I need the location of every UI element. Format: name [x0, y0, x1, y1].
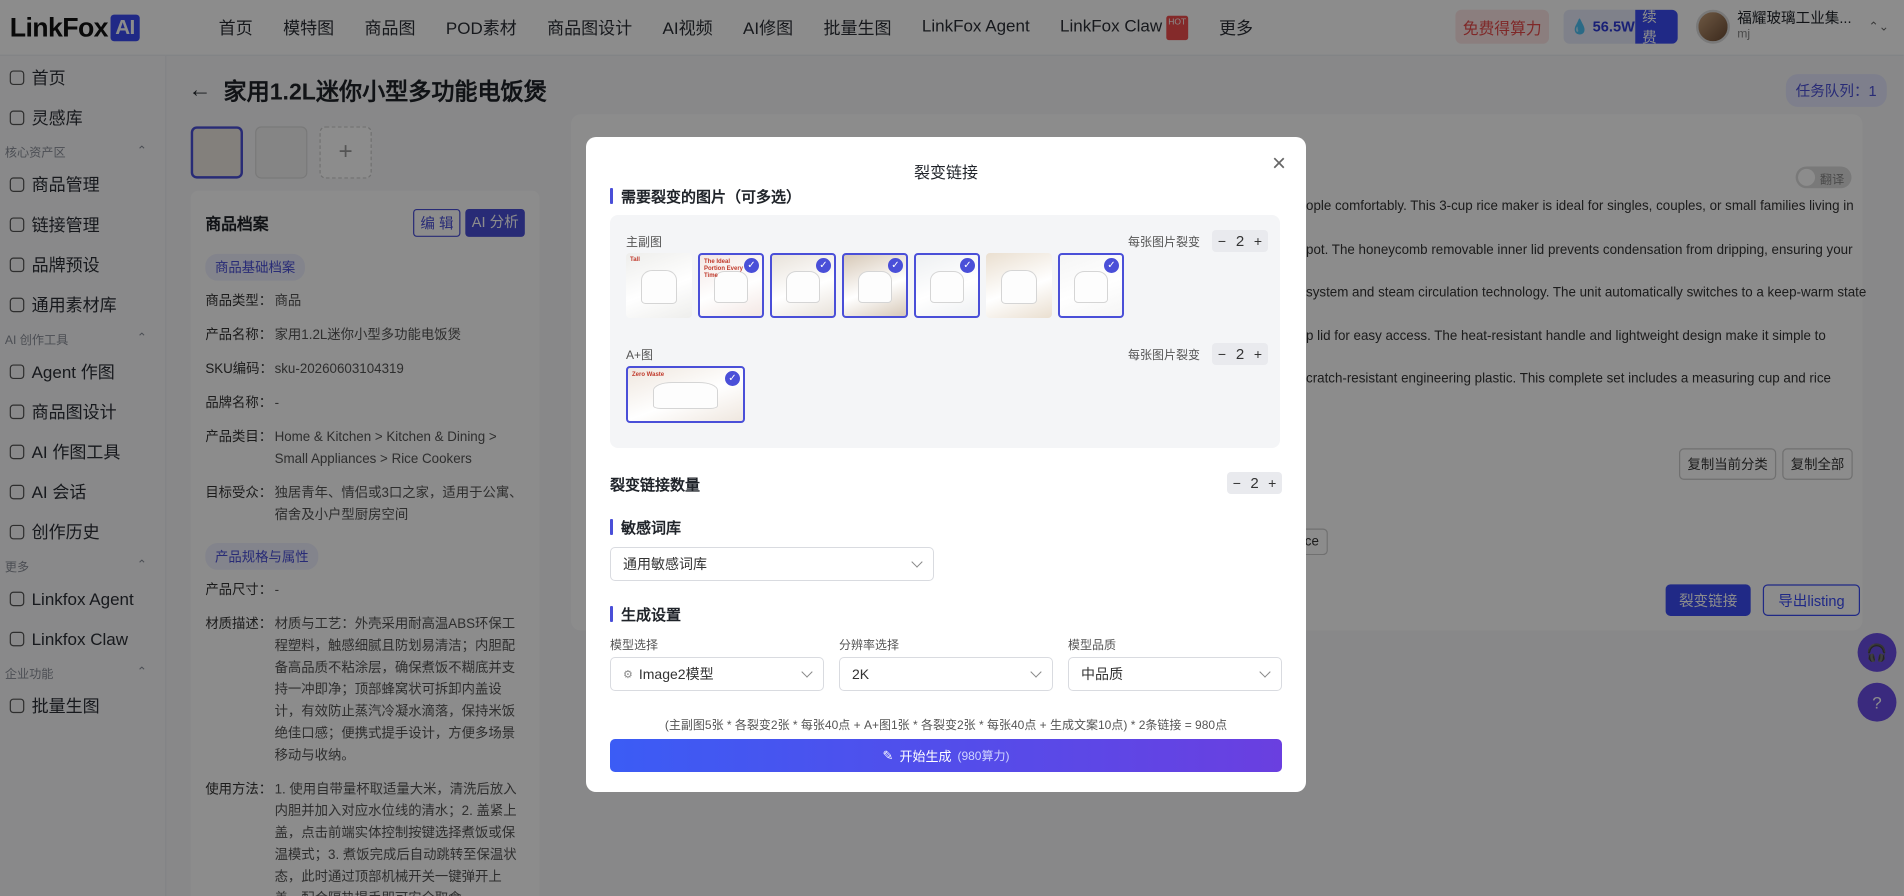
close-icon[interactable]: ×: [1272, 152, 1286, 176]
magic-wand-icon: ✎: [882, 747, 894, 763]
plus-icon[interactable]: +: [1248, 233, 1268, 249]
resolution-value: 2K: [852, 666, 870, 682]
candidate-image[interactable]: The Ideal Portion Every Time ✓: [698, 253, 764, 318]
main-count-value: 2: [1235, 232, 1245, 250]
main-count-stepper[interactable]: −2 +: [1212, 230, 1268, 252]
app-root: LinkFox AI 首页 模特图 商品图 POD素材 商品图设计 AI视频 AI修图 批量生图…: [0, 0, 1904, 896]
candidate-image[interactable]: Zero Waste ✓: [626, 366, 745, 423]
candidate-image[interactable]: Tall: [626, 253, 692, 318]
candidate-image[interactable]: ✓: [842, 253, 908, 318]
link-count-stepper[interactable]: −2 +: [1227, 472, 1282, 494]
rice-cooker-image: [1073, 270, 1109, 303]
cost-formula: (主副图5张 * 各裂变2张 * 每张40点 + A+图1张 * 各裂变2张 *…: [664, 718, 1228, 732]
minus-icon[interactable]: −: [1212, 233, 1232, 249]
model-icon: ⚙: [623, 668, 633, 681]
minus-icon[interactable]: −: [1212, 346, 1232, 362]
modal-title: 裂变链接: [913, 165, 978, 182]
image-select-box: 主副图 每张图片裂变 −2 + Tall The Ideal Portion Eve…: [610, 215, 1280, 448]
generate-label: 开始生成: [899, 749, 952, 764]
images-section-title: 需要裂变的图片（可多选）: [610, 186, 801, 207]
check-icon: ✓: [725, 371, 740, 386]
check-icon: ✓: [1104, 258, 1119, 273]
sensitive-section-title: 敏感词库: [610, 517, 681, 538]
candidate-image[interactable]: [986, 253, 1052, 318]
generate-cost: (980算力): [957, 749, 1010, 763]
per-image-label: 每张图片裂变: [1128, 348, 1201, 362]
resolution-label: 分辨率选择: [839, 638, 900, 652]
rice-cooker-image: [640, 269, 678, 304]
check-icon: ✓: [744, 258, 759, 273]
aplus-count-stepper[interactable]: −2 +: [1212, 343, 1268, 365]
generate-button[interactable]: ✎ 开始生成 (980算力): [610, 739, 1282, 772]
plus-icon[interactable]: +: [1262, 475, 1282, 491]
rice-cooker-image: [1000, 269, 1038, 304]
check-icon: ✓: [960, 258, 975, 273]
model-value: Image2模型: [638, 666, 714, 682]
resolution-select[interactable]: 2K: [839, 657, 1053, 691]
quality-label: 模型品质: [1068, 638, 1117, 652]
chevron-down-icon: [1259, 666, 1271, 678]
rice-cooker-image: [653, 381, 718, 410]
chevron-down-icon: [1030, 666, 1042, 678]
sensitive-select[interactable]: 通用敏感词库: [610, 547, 934, 581]
model-select[interactable]: ⚙ Image2模型: [610, 657, 824, 691]
quality-value: 中品质: [1081, 666, 1123, 682]
image-caption: Zero Waste: [632, 372, 665, 378]
gen-section-title: 生成设置: [610, 604, 681, 625]
link-count-label: 裂变链接数量: [610, 477, 701, 494]
aplus-count-value: 2: [1235, 345, 1245, 363]
chevron-down-icon: [911, 556, 923, 568]
check-icon: ✓: [888, 258, 903, 273]
quality-select[interactable]: 中品质: [1068, 657, 1282, 691]
model-label: 模型选择: [610, 638, 659, 652]
sensitive-value: 通用敏感词库: [623, 556, 707, 572]
check-icon: ✓: [816, 258, 831, 273]
candidate-image[interactable]: ✓: [914, 253, 980, 318]
link-count-value: 2: [1250, 474, 1259, 492]
rice-cooker-image: [857, 270, 893, 303]
plus-icon[interactable]: +: [1248, 346, 1268, 362]
aplus-images-label: A+图: [626, 348, 654, 362]
image-caption: Tall: [630, 257, 640, 263]
candidate-image[interactable]: ✓: [770, 253, 836, 318]
rice-cooker-image: [929, 270, 965, 303]
rice-cooker-image: [785, 270, 821, 303]
main-images-label: 主副图: [626, 235, 663, 249]
image-caption: The Ideal Portion Every Time: [704, 259, 744, 279]
fission-modal: 裂变链接 × 需要裂变的图片（可多选） 主副图 每张图片裂变 −2 + Tall T…: [586, 137, 1306, 792]
candidate-image[interactable]: ✓: [1058, 253, 1124, 318]
per-image-label: 每张图片裂变: [1128, 235, 1201, 249]
chevron-down-icon: [801, 666, 813, 678]
minus-icon[interactable]: −: [1227, 475, 1247, 491]
